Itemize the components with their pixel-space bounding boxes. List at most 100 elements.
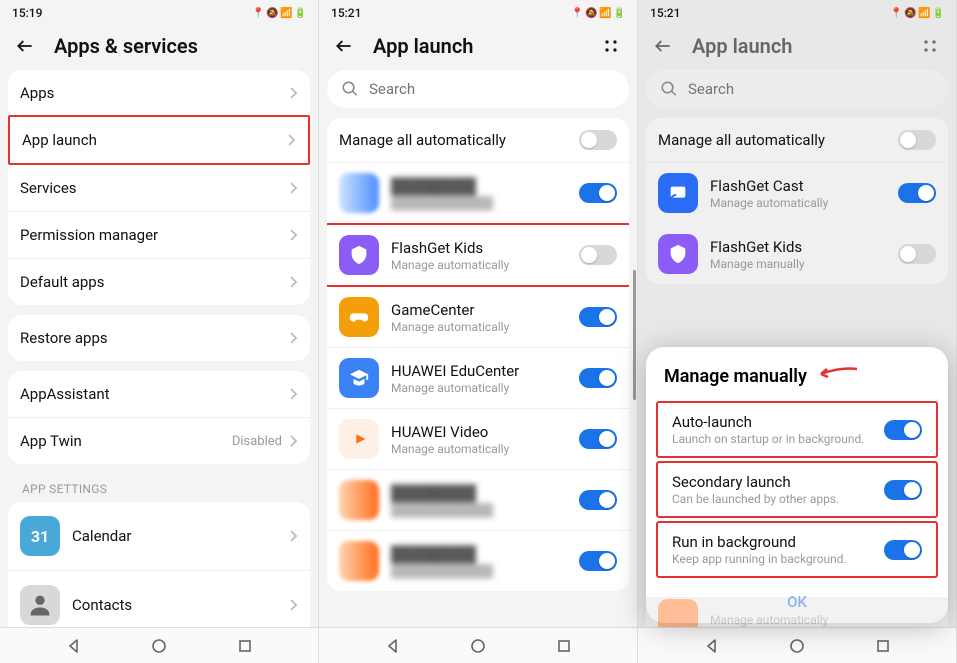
row-permission-manager[interactable]: Permission manager <box>8 211 310 258</box>
section-label: APP SETTINGS <box>8 474 310 502</box>
content: Manage all automatically ███████████████… <box>319 70 637 627</box>
nav-recents-icon[interactable] <box>552 634 576 658</box>
row-app-launch[interactable]: App launch <box>8 115 310 165</box>
nav-bar <box>319 627 637 663</box>
location-icon: 📍 <box>571 8 583 19</box>
row-manage-all[interactable]: Manage all automatically <box>646 118 948 162</box>
back-icon[interactable] <box>333 35 355 57</box>
nav-bar <box>638 627 956 663</box>
back-icon[interactable] <box>652 35 674 57</box>
search-field[interactable] <box>369 80 615 98</box>
header: Apps & services <box>0 24 318 70</box>
row-app-assistant[interactable]: AppAssistant <box>8 371 310 417</box>
chevron-icon <box>288 182 298 194</box>
search-icon <box>660 80 678 98</box>
toggle[interactable] <box>579 490 617 510</box>
row-services[interactable]: Services <box>8 164 310 211</box>
content: Apps App launch Services Permission mana… <box>0 70 318 627</box>
status-time: 15:19 <box>12 6 42 20</box>
flashget-cast-icon <box>658 173 698 213</box>
more-icon[interactable] <box>599 34 623 58</box>
nav-home-icon[interactable] <box>785 634 809 658</box>
status-icons: 📍 🔕 📶 🔋 <box>252 8 306 19</box>
mute-icon: 🔕 <box>904 8 916 19</box>
toggle-flashget-kids[interactable] <box>898 244 936 264</box>
toggle-run-background[interactable] <box>884 540 922 560</box>
search-icon <box>341 80 359 98</box>
scrollbar[interactable] <box>633 270 636 400</box>
status-time: 15:21 <box>650 6 680 20</box>
manage-manually-dialog: Manage manually Auto-launch Launch on st… <box>646 347 948 623</box>
search-input[interactable] <box>646 70 948 108</box>
row-contacts[interactable]: Contacts <box>8 570 310 627</box>
nav-recents-icon[interactable] <box>233 634 257 658</box>
arrow-annotation-icon <box>815 365 859 388</box>
app-row-blurred[interactable]: ████████████████████ <box>327 163 629 223</box>
educenter-icon <box>339 358 379 398</box>
dialog-row-secondary-launch[interactable]: Secondary launch Can be launched by othe… <box>656 461 938 518</box>
screen-apps-services: 15:19 📍 🔕 📶 🔋 Apps & services Apps App l… <box>0 0 319 663</box>
dialog-row-run-background[interactable]: Run in background Keep app running in ba… <box>656 521 938 578</box>
calendar-icon: 31 <box>20 516 60 556</box>
toggle[interactable] <box>579 551 617 571</box>
app-icon <box>658 599 698 627</box>
toggle-auto-launch[interactable] <box>884 420 922 440</box>
row-default-apps[interactable]: Default apps <box>8 258 310 305</box>
app-icon <box>339 541 379 581</box>
chevron-icon <box>288 229 298 241</box>
chevron-icon <box>286 134 296 146</box>
search-field[interactable] <box>688 80 934 98</box>
huawei-video-icon <box>339 419 379 459</box>
toggle-flashget-cast[interactable] <box>898 183 936 203</box>
row-calendar[interactable]: 31 Calendar <box>8 502 310 570</box>
flashget-kids-icon <box>658 234 698 274</box>
location-icon: 📍 <box>252 8 264 19</box>
header: App launch <box>319 24 637 70</box>
toggle-manage-all[interactable] <box>898 130 936 150</box>
more-icon[interactable] <box>918 34 942 58</box>
toggle-gamecenter[interactable] <box>579 307 617 327</box>
search-input[interactable] <box>327 70 629 108</box>
app-icon <box>339 173 379 213</box>
screen-app-launch-dialog: 15:21 📍 🔕 📶 🔋 App launch Manage all auto… <box>638 0 957 663</box>
gamecenter-icon <box>339 297 379 337</box>
nav-home-icon[interactable] <box>466 634 490 658</box>
chevron-icon <box>288 276 298 288</box>
nav-back-icon[interactable] <box>62 634 86 658</box>
back-icon[interactable] <box>14 35 36 57</box>
wifi-icon: 📶 <box>918 8 930 19</box>
wifi-icon: 📶 <box>280 8 292 19</box>
toggle-educenter[interactable] <box>579 368 617 388</box>
row-restore-apps[interactable]: Restore apps <box>8 315 310 361</box>
app-row-hidden: Manage automatically <box>646 597 948 627</box>
nav-home-icon[interactable] <box>147 634 171 658</box>
toggle[interactable] <box>579 183 617 203</box>
app-row-flashget-kids[interactable]: FlashGet Kids Manage automatically <box>327 225 629 285</box>
status-icons: 📍 🔕 📶 🔋 <box>890 8 944 19</box>
app-row-flashget-kids[interactable]: FlashGet Kids Manage manually <box>646 223 948 284</box>
row-app-twin[interactable]: App Twin Disabled <box>8 417 310 464</box>
wifi-icon: 📶 <box>599 8 611 19</box>
row-manage-all[interactable]: Manage all automatically <box>327 118 629 162</box>
app-row-blurred[interactable]: ████████████████████ <box>327 469 629 530</box>
row-apps[interactable]: Apps <box>8 70 310 116</box>
chevron-icon <box>288 332 298 344</box>
toggle-video[interactable] <box>579 429 617 449</box>
status-time: 15:21 <box>331 6 361 20</box>
toggle-manage-all[interactable] <box>579 130 617 150</box>
nav-recents-icon[interactable] <box>871 634 895 658</box>
app-row-educenter[interactable]: HUAWEI EduCenter Manage automatically <box>327 347 629 408</box>
app-row-gamecenter[interactable]: GameCenter Manage automatically <box>327 287 629 347</box>
nav-back-icon[interactable] <box>381 634 405 658</box>
page-title: App launch <box>692 34 900 58</box>
dialog-row-auto-launch[interactable]: Auto-launch Launch on startup or in back… <box>656 401 938 458</box>
toggle-secondary-launch[interactable] <box>884 480 922 500</box>
page-title: Apps & services <box>54 34 304 58</box>
toggle-flashget-kids[interactable] <box>579 245 617 265</box>
nav-back-icon[interactable] <box>700 634 724 658</box>
chevron-icon <box>288 388 298 400</box>
app-row-blurred[interactable]: ████████████████████ <box>327 530 629 591</box>
chevron-icon <box>288 530 298 542</box>
app-row-video[interactable]: HUAWEI Video Manage automatically <box>327 408 629 469</box>
app-row-flashget-cast[interactable]: FlashGet Cast Manage automatically <box>646 163 948 223</box>
